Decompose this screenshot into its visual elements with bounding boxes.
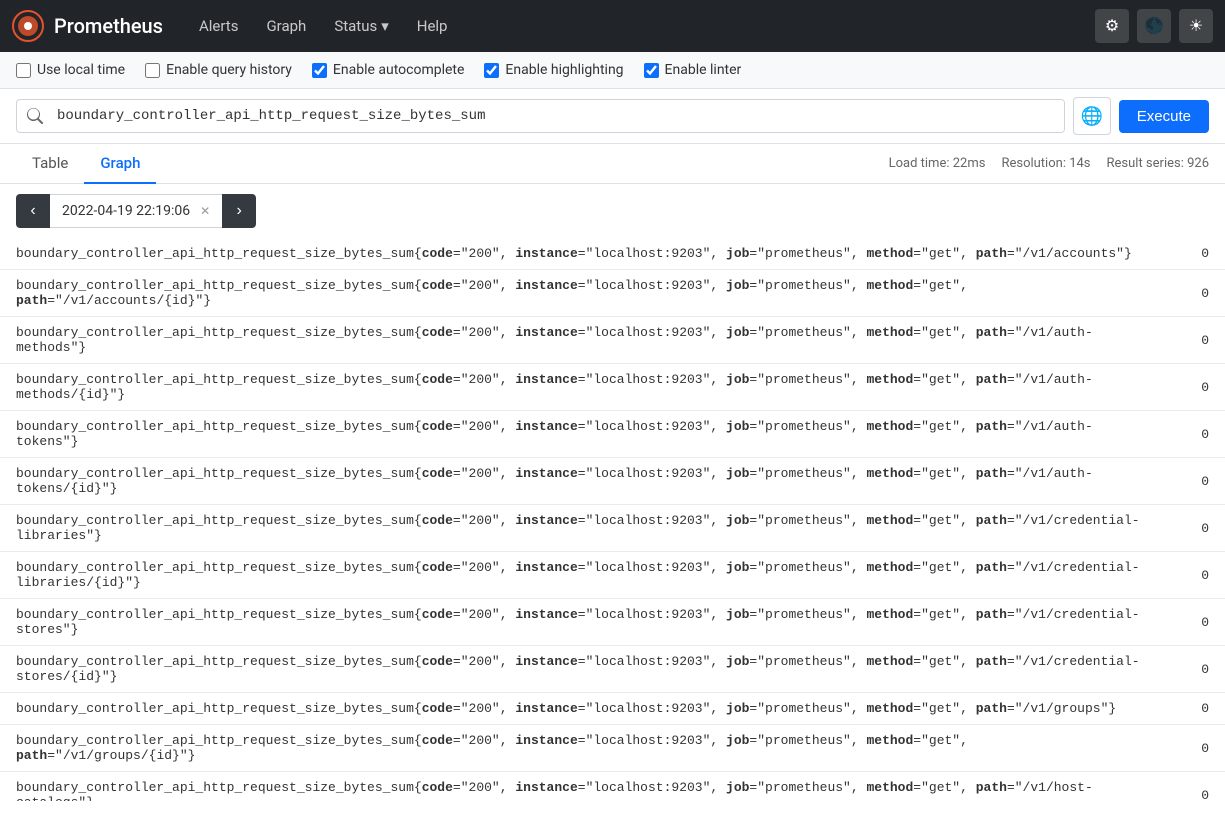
value-cell: 0: [1165, 238, 1225, 270]
data-table-wrapper: boundary_controller_api_http_request_siz…: [0, 238, 1225, 801]
enable-autocomplete-label[interactable]: Enable autocomplete: [312, 62, 465, 78]
nav-graph[interactable]: Graph: [254, 11, 318, 41]
chevron-down-icon: ▾: [381, 17, 389, 35]
value-cell: 0: [1165, 505, 1225, 552]
theme-light-btn[interactable]: ☀: [1179, 9, 1213, 43]
metric-cell: boundary_controller_api_http_request_siz…: [0, 317, 1165, 364]
value-cell: 0: [1165, 411, 1225, 458]
execute-button[interactable]: Execute: [1119, 100, 1209, 133]
table-row: boundary_controller_api_http_request_siz…: [0, 772, 1225, 802]
load-time: Load time: 22ms: [889, 156, 986, 171]
table-row: boundary_controller_api_http_request_siz…: [0, 317, 1225, 364]
metric-cell: boundary_controller_api_http_request_siz…: [0, 599, 1165, 646]
nav-help[interactable]: Help: [405, 11, 460, 41]
table-row: boundary_controller_api_http_request_siz…: [0, 693, 1225, 725]
navbar: Prometheus Alerts Graph Status ▾ Help ⚙ …: [0, 0, 1225, 52]
value-cell: 0: [1165, 317, 1225, 364]
enable-query-history-text: Enable query history: [166, 62, 292, 78]
nav-status[interactable]: Status ▾: [322, 11, 400, 41]
table-row: boundary_controller_api_http_request_siz…: [0, 646, 1225, 693]
enable-query-history-label[interactable]: Enable query history: [145, 62, 292, 78]
table-row: boundary_controller_api_http_request_siz…: [0, 364, 1225, 411]
tab-table[interactable]: Table: [16, 144, 84, 184]
table-row: boundary_controller_api_http_request_siz…: [0, 411, 1225, 458]
datetime-clear-button[interactable]: ✕: [200, 204, 210, 218]
nav-links: Alerts Graph Status ▾ Help: [187, 11, 460, 41]
enable-query-history-checkbox[interactable]: [145, 63, 160, 78]
prometheus-logo: [12, 10, 44, 42]
table-row: boundary_controller_api_http_request_siz…: [0, 270, 1225, 317]
use-local-time-label[interactable]: Use local time: [16, 62, 125, 78]
table-row: boundary_controller_api_http_request_siz…: [0, 725, 1225, 772]
toolbar: Use local time Enable query history Enab…: [0, 52, 1225, 89]
value-cell: 0: [1165, 693, 1225, 725]
metric-cell: boundary_controller_api_http_request_siz…: [0, 458, 1165, 505]
enable-linter-text: Enable linter: [665, 62, 742, 78]
table-row: boundary_controller_api_http_request_siz…: [0, 505, 1225, 552]
meta-info: Load time: 22ms Resolution: 14s Result s…: [889, 156, 1209, 171]
result-series: Result series: 926: [1107, 156, 1209, 171]
metric-cell: boundary_controller_api_http_request_siz…: [0, 646, 1165, 693]
use-local-time-checkbox[interactable]: [16, 63, 31, 78]
table-row: boundary_controller_api_http_request_siz…: [0, 458, 1225, 505]
metric-cell: boundary_controller_api_http_request_siz…: [0, 270, 1165, 317]
table-row: boundary_controller_api_http_request_siz…: [0, 238, 1225, 270]
search-icon: [17, 108, 53, 124]
tab-graph[interactable]: Graph: [84, 144, 156, 184]
nav-icons: ⚙ 🌑 ☀: [1095, 9, 1213, 43]
enable-linter-label[interactable]: Enable linter: [644, 62, 742, 78]
globe-button[interactable]: 🌐: [1073, 97, 1111, 135]
metric-cell: boundary_controller_api_http_request_siz…: [0, 411, 1165, 458]
enable-autocomplete-checkbox[interactable]: [312, 63, 327, 78]
brand[interactable]: Prometheus: [12, 10, 163, 42]
datetime-nav: ‹ 2022-04-19 22:19:06 ✕ ›: [0, 184, 1225, 238]
enable-autocomplete-text: Enable autocomplete: [333, 62, 465, 78]
table-row: boundary_controller_api_http_request_siz…: [0, 599, 1225, 646]
table-row: boundary_controller_api_http_request_siz…: [0, 552, 1225, 599]
enable-highlighting-text: Enable highlighting: [505, 62, 623, 78]
value-cell: 0: [1165, 725, 1225, 772]
theme-dark-btn[interactable]: 🌑: [1137, 9, 1171, 43]
use-local-time-text: Use local time: [37, 62, 125, 78]
datetime-display: 2022-04-19 22:19:06 ✕: [50, 194, 222, 228]
metric-cell: boundary_controller_api_http_request_siz…: [0, 552, 1165, 599]
next-arrow-button[interactable]: ›: [222, 194, 256, 228]
settings-icon-btn[interactable]: ⚙: [1095, 9, 1129, 43]
enable-highlighting-label[interactable]: Enable highlighting: [484, 62, 623, 78]
value-cell: 0: [1165, 552, 1225, 599]
metric-cell: boundary_controller_api_http_request_siz…: [0, 238, 1165, 270]
metric-cell: boundary_controller_api_http_request_siz…: [0, 505, 1165, 552]
prev-arrow-button[interactable]: ‹: [16, 194, 50, 228]
tabs-area: Table Graph Load time: 22ms Resolution: …: [0, 144, 1225, 184]
search-bar: 🌐 Execute: [0, 89, 1225, 144]
nav-alerts[interactable]: Alerts: [187, 11, 251, 41]
value-cell: 0: [1165, 458, 1225, 505]
brand-name: Prometheus: [54, 14, 163, 38]
value-cell: 0: [1165, 364, 1225, 411]
datetime-value: 2022-04-19 22:19:06: [62, 203, 190, 219]
resolution: Resolution: 14s: [1001, 156, 1090, 171]
metric-cell: boundary_controller_api_http_request_siz…: [0, 772, 1165, 802]
search-wrapper: [16, 99, 1065, 133]
metric-cell: boundary_controller_api_http_request_siz…: [0, 725, 1165, 772]
enable-linter-checkbox[interactable]: [644, 63, 659, 78]
value-cell: 0: [1165, 772, 1225, 802]
value-cell: 0: [1165, 599, 1225, 646]
search-input[interactable]: [53, 100, 1064, 132]
enable-highlighting-checkbox[interactable]: [484, 63, 499, 78]
metric-cell: boundary_controller_api_http_request_siz…: [0, 364, 1165, 411]
value-cell: 0: [1165, 646, 1225, 693]
value-cell: 0: [1165, 270, 1225, 317]
metric-cell: boundary_controller_api_http_request_siz…: [0, 693, 1165, 725]
data-table: boundary_controller_api_http_request_siz…: [0, 238, 1225, 801]
